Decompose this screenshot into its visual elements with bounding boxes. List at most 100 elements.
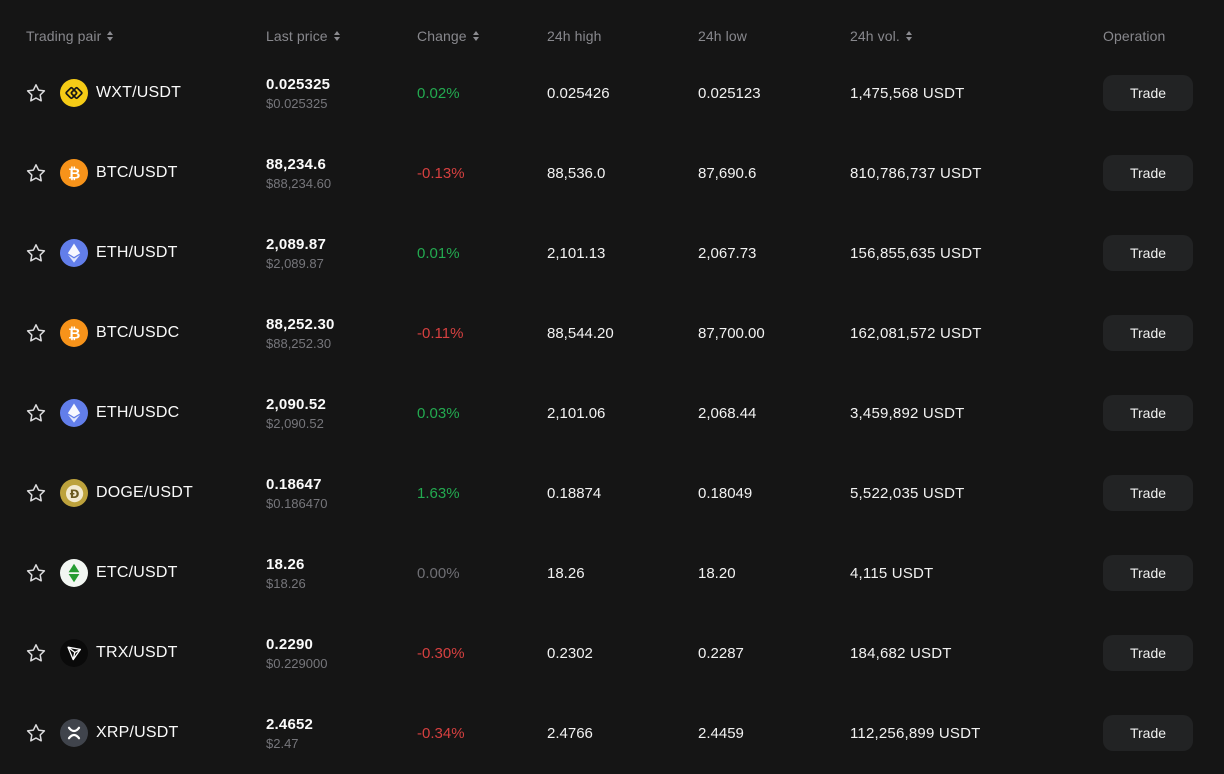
pair-label[interactable]: XRP/USDT xyxy=(96,724,179,742)
last-price-usd: $18.26 xyxy=(266,576,417,591)
change-value: 0.02% xyxy=(417,85,547,102)
table-row: ETH/USDT 2,089.87 $2,089.87 0.01% 2,101.… xyxy=(0,213,1224,293)
trade-button[interactable]: Trade xyxy=(1103,75,1193,111)
table-body: WXT/USDT 0.025325 $0.025325 0.02% 0.0254… xyxy=(0,53,1224,773)
column-header-label: Last price xyxy=(266,28,328,44)
trade-button[interactable]: Trade xyxy=(1103,155,1193,191)
last-price-usd: $0.229000 xyxy=(266,656,417,671)
last-price-usd: $2,089.87 xyxy=(266,256,417,271)
high-value: 18.26 xyxy=(547,565,698,582)
favorite-star-icon[interactable] xyxy=(26,163,46,183)
doge-coin-icon: Ð xyxy=(60,479,88,507)
last-price: 88,252.30 xyxy=(266,316,417,333)
table-row: TRX/USDT 0.2290 $0.229000 -0.30% 0.2302 … xyxy=(0,613,1224,693)
svg-text:₿: ₿ xyxy=(68,324,80,342)
pair-label[interactable]: ETH/USDC xyxy=(96,404,179,422)
wxt-coin-icon xyxy=(60,79,88,107)
last-price-usd: $88,234.60 xyxy=(266,176,417,191)
trade-button[interactable]: Trade xyxy=(1103,715,1193,751)
volume-value: 1,475,568 USDT xyxy=(850,85,1103,102)
low-value: 2,068.44 xyxy=(698,405,850,422)
trade-button[interactable]: Trade xyxy=(1103,395,1193,431)
low-value: 0.18049 xyxy=(698,485,850,502)
column-header-last-price[interactable]: Last price xyxy=(266,28,417,44)
column-header-label: 24h low xyxy=(698,28,747,44)
last-price: 2,090.52 xyxy=(266,396,417,413)
last-price-usd: $2.47 xyxy=(266,736,417,751)
column-header-operation: Operation xyxy=(1103,28,1198,44)
sort-arrows-icon[interactable] xyxy=(473,31,479,41)
volume-value: 156,855,635 USDT xyxy=(850,245,1103,262)
trade-button[interactable]: Trade xyxy=(1103,315,1193,351)
change-value: -0.11% xyxy=(417,325,547,342)
last-price: 88,234.6 xyxy=(266,156,417,173)
table-row: XRP/USDT 2.4652 $2.47 -0.34% 2.4766 2.44… xyxy=(0,693,1224,773)
favorite-star-icon[interactable] xyxy=(26,563,46,583)
pair-label[interactable]: TRX/USDT xyxy=(96,644,178,662)
sort-arrows-icon[interactable] xyxy=(107,31,113,41)
low-value: 18.20 xyxy=(698,565,850,582)
etc-coin-icon xyxy=(60,559,88,587)
column-header-24h-high: 24h high xyxy=(547,28,698,44)
change-value: 0.00% xyxy=(417,565,547,582)
favorite-star-icon[interactable] xyxy=(26,723,46,743)
change-value: 0.03% xyxy=(417,405,547,422)
last-price: 2.4652 xyxy=(266,716,417,733)
pair-label[interactable]: ETH/USDT xyxy=(96,244,178,262)
low-value: 87,700.00 xyxy=(698,325,850,342)
favorite-star-icon[interactable] xyxy=(26,403,46,423)
last-price-usd: $88,252.30 xyxy=(266,336,417,351)
last-price: 0.2290 xyxy=(266,636,417,653)
last-price: 18.26 xyxy=(266,556,417,573)
pair-label[interactable]: BTC/USDT xyxy=(96,164,178,182)
table-row: Ð DOGE/USDT 0.18647 $0.186470 1.63% 0.18… xyxy=(0,453,1224,533)
low-value: 87,690.6 xyxy=(698,165,850,182)
last-price: 0.18647 xyxy=(266,476,417,493)
column-header-label: 24h high xyxy=(547,28,602,44)
last-price-usd: $0.025325 xyxy=(266,96,417,111)
volume-value: 4,115 USDT xyxy=(850,565,1103,582)
change-value: -0.30% xyxy=(417,645,547,662)
last-price: 2,089.87 xyxy=(266,236,417,253)
trade-button[interactable]: Trade xyxy=(1103,235,1193,271)
high-value: 2.4766 xyxy=(547,725,698,742)
volume-value: 5,522,035 USDT xyxy=(850,485,1103,502)
pair-label[interactable]: ETC/USDT xyxy=(96,564,178,582)
pair-label[interactable]: WXT/USDT xyxy=(96,84,181,102)
favorite-star-icon[interactable] xyxy=(26,483,46,503)
favorite-star-icon[interactable] xyxy=(26,83,46,103)
column-header-24h-vol[interactable]: 24h vol. xyxy=(850,28,1103,44)
low-value: 2,067.73 xyxy=(698,245,850,262)
market-pairs-table: Trading pairLast price Change 24h high 24h … xyxy=(0,0,1224,773)
column-header-label: 24h vol. xyxy=(850,28,900,44)
sort-arrows-icon[interactable] xyxy=(906,31,912,41)
favorite-star-icon[interactable] xyxy=(26,243,46,263)
svg-text:Ð: Ð xyxy=(70,487,80,501)
trx-coin-icon xyxy=(60,639,88,667)
favorite-star-icon[interactable] xyxy=(26,643,46,663)
change-value: -0.13% xyxy=(417,165,547,182)
last-price-usd: $2,090.52 xyxy=(266,416,417,431)
change-value: 1.63% xyxy=(417,485,547,502)
table-row: ₿ BTC/USDT 88,234.6 $88,234.60 -0.13% 88… xyxy=(0,133,1224,213)
svg-text:₿: ₿ xyxy=(68,164,80,182)
high-value: 2,101.13 xyxy=(547,245,698,262)
table-header: Trading pairLast price Change 24h high 24h … xyxy=(0,0,1224,53)
pair-label[interactable]: DOGE/USDT xyxy=(96,484,193,502)
change-value: -0.34% xyxy=(417,725,547,742)
favorite-star-icon[interactable] xyxy=(26,323,46,343)
table-row: WXT/USDT 0.025325 $0.025325 0.02% 0.0254… xyxy=(0,53,1224,133)
pair-label[interactable]: BTC/USDC xyxy=(96,324,179,342)
low-value: 2.4459 xyxy=(698,725,850,742)
column-header-label: Change xyxy=(417,28,467,44)
eth-coin-icon xyxy=(60,239,88,267)
column-header-change[interactable]: Change xyxy=(417,28,547,44)
trade-button[interactable]: Trade xyxy=(1103,475,1193,511)
volume-value: 810,786,737 USDT xyxy=(850,165,1103,182)
column-header-trading-pair[interactable]: Trading pair xyxy=(26,28,266,44)
column-header-24h-low: 24h low xyxy=(698,28,850,44)
trade-button[interactable]: Trade xyxy=(1103,555,1193,591)
high-value: 88,544.20 xyxy=(547,325,698,342)
sort-arrows-icon[interactable] xyxy=(334,31,340,41)
trade-button[interactable]: Trade xyxy=(1103,635,1193,671)
